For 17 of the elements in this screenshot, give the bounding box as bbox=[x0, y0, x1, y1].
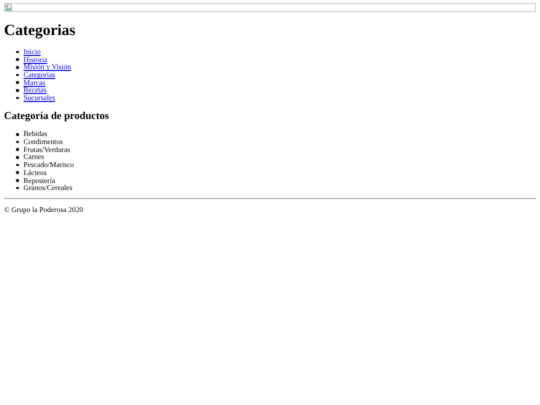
bullet-icon bbox=[16, 156, 18, 159]
bullet-icon bbox=[16, 179, 18, 182]
section-title: Categoría de productos bbox=[4, 110, 110, 122]
bullet-icon bbox=[16, 81, 18, 84]
bullet-icon bbox=[16, 164, 18, 166]
bullet-icon bbox=[16, 171, 18, 174]
bullet-icon bbox=[16, 133, 18, 136]
bullet-icon bbox=[16, 186, 18, 190]
bullet-icon bbox=[16, 140, 18, 144]
bullet-icon bbox=[16, 89, 18, 92]
bullet-icon bbox=[16, 74, 18, 76]
bullet-icon bbox=[16, 96, 18, 100]
bullet-icon bbox=[16, 148, 18, 151]
bullet-icon bbox=[16, 58, 18, 61]
bullet-icon bbox=[16, 66, 18, 69]
page-title: Categorias bbox=[4, 22, 76, 40]
bullet-icon bbox=[16, 50, 18, 54]
